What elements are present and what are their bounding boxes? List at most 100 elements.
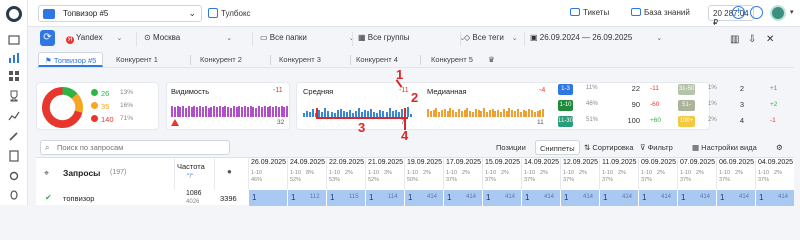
date-column-header[interactable]: 09.09.2025 1-10 37% 2% [638,158,677,190]
filter-button[interactable]: ⊽ Фильтр [640,143,673,152]
date-column-header[interactable]: 06.09.2025 1-10 37% 2% [716,158,755,190]
sparkbar [318,110,321,117]
view-settings-button[interactable]: ▦ Настройки вида [692,143,757,152]
tab-project[interactable]: ⚑ Топвизор #5 [38,52,104,67]
logo-icon[interactable] [6,6,22,22]
frequency-header[interactable]: Частота "!" [174,158,214,190]
position-cell[interactable]: 1 414 [677,190,716,206]
rank-badge[interactable]: 1-3 [558,84,573,95]
rank-badge[interactable]: 100+ [678,116,695,127]
position-cell[interactable]: 1 414 [404,190,443,206]
date-label: 26.09.2025 [251,159,287,166]
user-col-header[interactable]: ● [214,158,248,190]
date-column-header[interactable]: 07.09.2025 1-10 37% 2% [677,158,716,190]
refresh-button[interactable]: ⟳ [40,30,55,46]
tab-competitor-4[interactable]: Конкурент 4 [356,55,398,64]
rank-delta: +2 [770,101,778,108]
date-column-header[interactable]: 11.09.2025 1-10 37% 2% [599,158,638,190]
date-column-header[interactable]: 17.09.2025 1-10 37% 2% [443,158,482,190]
download-icon[interactable]: ⇩ [748,34,756,45]
rank-badge[interactable]: 1-10 [558,100,573,111]
sparkbar [266,107,269,117]
trophy-icon[interactable] [8,90,20,102]
settings-icon[interactable]: ✕ [766,34,774,45]
position-cell[interactable]: 1 114 [365,190,404,206]
chart-icon[interactable] [8,52,20,64]
bug-icon[interactable] [8,188,20,200]
rank-badge[interactable]: 11-30 [558,116,573,127]
sparkbar [324,108,327,117]
search-input[interactable] [57,142,227,153]
date-range-select[interactable]: ▣ 26.09.2024 — 26.09.2025 ⌄ [530,33,662,42]
date-column-header[interactable]: 14.09.2025 1-10 37% 2% [521,158,560,190]
date-column-header[interactable]: 21.09.2025 1-10 52% 3% [365,158,404,190]
wrench-icon[interactable] [8,130,20,142]
date-column-header[interactable]: 26.09.2025 1-10 46% [248,158,287,190]
position-cell[interactable]: 1 414 [599,190,638,206]
check-icon[interactable]: ✔ [45,193,52,202]
add-balance-icon[interactable]: + [732,6,745,19]
queries-col-title[interactable]: Запросы [63,168,100,178]
date-column-header[interactable]: 04.09.2025 1-10 37% 2% [755,158,794,190]
rank-badge[interactable]: 51-100 [678,100,695,119]
position-cell[interactable]: 1 414 [638,190,677,206]
sparkbar [224,106,227,117]
region-select[interactable]: ⊙ Москва ⌄ [144,33,232,42]
date-column-header[interactable]: 24.09.2025 1-10 52% 8% [287,158,326,190]
folder-icon[interactable] [8,34,20,46]
tab-competitor-1[interactable]: Конкурент 1 [116,55,158,64]
chevron-down-icon[interactable]: ▾ [790,8,794,16]
sort-button[interactable]: ⇅ Сортировка [584,143,634,152]
groups-select[interactable]: ▦ Все группы ⌄ [358,33,465,42]
rank-badge[interactable]: 31-50 [678,84,695,95]
sparkbar [455,112,458,117]
column-settings-icon[interactable]: ⚙ [776,143,783,152]
visibility-card[interactable]: Видимость -11 32 [166,82,290,130]
position-cell[interactable]: 1 414 [560,190,599,206]
tab-snippets[interactable]: Сниппеты [535,140,580,155]
position-cell[interactable]: 1 115 [326,190,365,206]
toolbox-link[interactable]: Тулбокс [208,8,251,18]
date-column-header[interactable]: 15.09.2025 1-10 37% 2% [482,158,521,190]
table-row[interactable]: ✔ топвизор 1086 4026 3396 1 1 112 1 115 1 114 1… [36,190,794,206]
position-cell[interactable]: 1 414 [443,190,482,206]
position-cell[interactable]: 1 [248,190,287,206]
project-select[interactable]: Топвизор #5 ⌄ [38,5,202,22]
query-text[interactable]: топвизор [63,194,94,203]
chart-icon[interactable]: ▥ [730,34,739,45]
grid-icon[interactable] [8,70,20,82]
flag-icon: ⚑ [45,56,54,65]
doc-icon[interactable] [8,150,20,162]
folders-select[interactable]: ▭ Все папки⌄ [260,33,355,42]
knowledge-base-link[interactable]: База знаний [631,8,690,17]
position-cell[interactable]: 1 414 [482,190,521,206]
tab-competitor-3[interactable]: Конкурент 3 [279,55,321,64]
date-subtext: 37% [524,177,536,183]
engine-select[interactable]: Я Yandex ⌄ [66,33,122,44]
date-subtext: 1-10 [563,170,575,176]
gear-icon[interactable] [8,170,20,182]
position-cell[interactable]: 1 112 [287,190,326,206]
sparkbar [190,107,193,117]
search-field[interactable]: ⌕ [40,140,230,155]
position-cell[interactable]: 1 414 [521,190,560,206]
target-icon[interactable]: ⌖ [44,168,49,179]
legend-value: 26 [101,89,110,98]
tab-competitor-2[interactable]: Конкурент 2 [200,55,242,64]
position-cell[interactable]: 1 414 [716,190,755,206]
notifications-icon[interactable] [750,6,763,19]
tab-competitor-5[interactable]: Конкурент 5 [431,55,473,64]
balance[interactable]: 20 287.04 ₽ [708,5,754,27]
tickets-link[interactable]: Тикеты [570,8,609,17]
sparkbar [429,111,432,117]
sparkbar [187,106,190,117]
tab-positions[interactable]: Позиции [496,143,526,152]
avatar[interactable] [770,5,786,21]
trend-icon[interactable] [8,110,20,122]
date-column-header[interactable]: 12.09.2025 1-10 37% 2% [560,158,599,190]
date-column-header[interactable]: 19.09.2025 1-10 50% 2% [404,158,443,190]
trophy-icon[interactable]: ♛ [488,55,495,64]
date-column-header[interactable]: 22.09.2025 1-10 53% 2% [326,158,365,190]
position-cell[interactable]: 1 414 [755,190,794,206]
tags-select[interactable]: ◇ Все теги ⌄ [464,33,518,42]
